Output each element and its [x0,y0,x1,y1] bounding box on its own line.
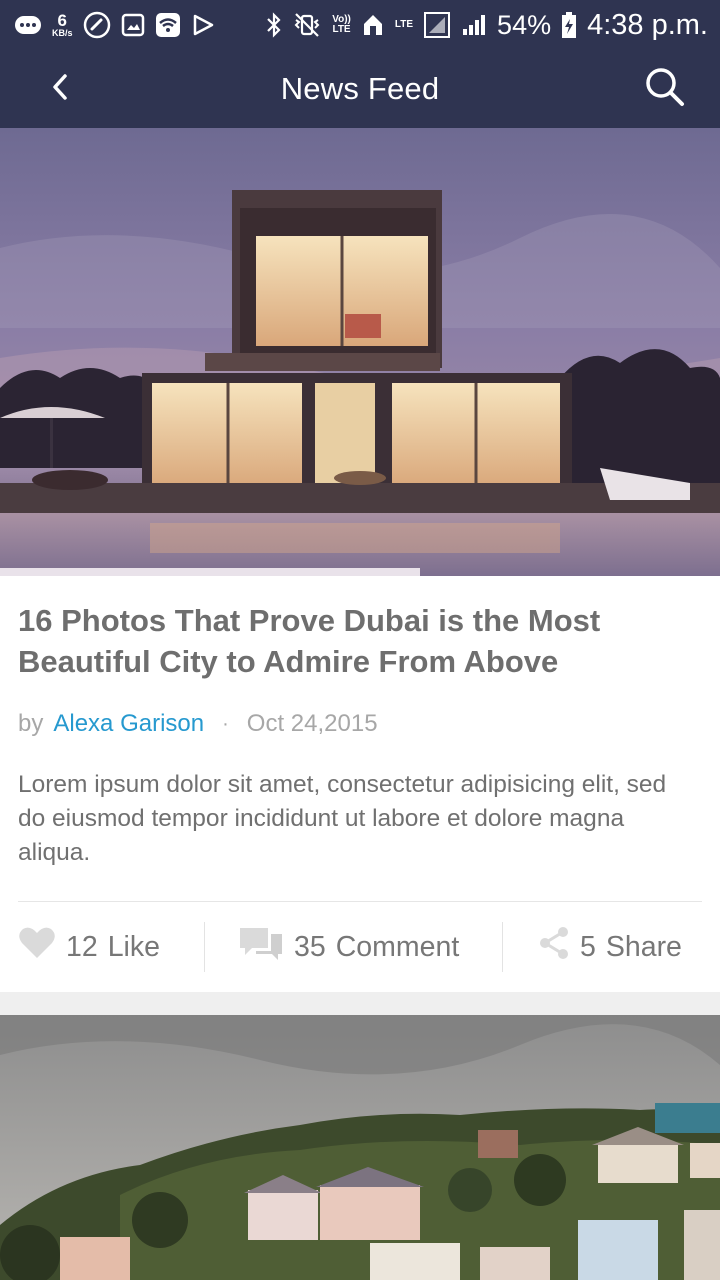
share-label: Share [605,930,682,963]
action-separator [204,922,205,972]
meta-separator: · [222,712,229,735]
news-card[interactable]: 16 Photos That Prove Dubai is the Most B… [0,128,720,992]
like-label: Like [107,930,160,963]
bluetooth-icon [266,12,282,38]
call-icon [83,11,111,39]
page-title: News Feed [280,71,440,106]
comment-icon [238,924,284,970]
like-count: 12 [66,930,98,963]
status-bar-left: 6 KB/s [14,11,215,39]
cell-signal-icon [461,13,487,37]
share-button[interactable]: 5 Share [538,922,682,972]
share-count: 5 [580,930,596,963]
comment-button[interactable]: 35 Comment [238,922,459,972]
play-store-icon [191,13,215,37]
wifi-call-icon [155,12,181,38]
signal-box-icon [423,11,451,39]
app-bar: News Feed [0,50,720,128]
home-signal-icon [361,12,385,38]
search-button[interactable] [640,64,690,114]
status-time: 4:38 p.m. [587,8,708,41]
post-title[interactable]: 16 Photos That Prove Dubai is the Most B… [18,600,698,682]
post-actions: 12 Like 35 Comment 5 Share [0,902,720,992]
mute-vibrate-icon [292,12,322,38]
post-image[interactable] [0,128,720,576]
comment-label: Comment [335,930,460,963]
status-bar: 6 KB/s Vo)) LTE LTE 54% 4:38 p.m. [0,0,720,50]
more-notifications-icon [14,14,42,36]
post-image[interactable] [0,1015,720,1280]
news-card[interactable] [0,1015,720,1280]
action-separator [502,922,503,972]
volte-label: Vo)) LTE [332,14,351,35]
network-speed-unit: KB/s [52,28,73,38]
status-bar-right: Vo)) LTE LTE 54% 4:38 p.m. [266,9,708,42]
post-date: Oct 24,2015 [246,710,378,737]
like-button[interactable]: 12 Like [18,922,160,972]
search-icon [644,66,686,113]
battery-percent: 54% [497,9,552,40]
network-speed: 6 KB/s [52,12,73,38]
heart-icon [18,926,56,968]
lte-label: LTE [394,19,414,30]
post-excerpt: Lorem ipsum dolor sit amet, consectetur … [18,771,667,866]
by-label: by [18,710,44,737]
author-link[interactable]: Alexa Garison [53,710,204,738]
gallery-icon [121,13,145,37]
post-meta: by Alexa Garison · Oct 24,2015 [18,710,378,738]
network-speed-value: 6 [57,11,67,30]
share-icon [538,926,570,968]
comment-count: 35 [294,930,326,963]
battery-charging-icon [561,11,577,39]
